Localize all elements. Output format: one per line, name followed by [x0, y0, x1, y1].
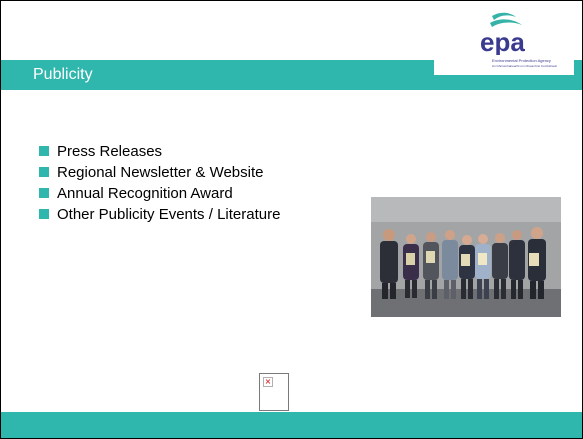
slide-title: Publicity [33, 66, 93, 83]
broken-image-icon: × [263, 377, 273, 387]
square-bullet-icon [39, 209, 49, 219]
bullet-list: Press Releases Regional Newsletter & Web… [39, 141, 280, 225]
epa-logo-icon: epa [480, 12, 525, 55]
square-bullet-icon [39, 188, 49, 198]
square-bullet-icon [39, 167, 49, 177]
group-photo-image [371, 197, 561, 317]
slide: Publicity epa Environmental Protection A… [0, 0, 583, 439]
logo-wordmark: epa [480, 27, 525, 55]
footer-bar [1, 412, 582, 438]
bullet-item: Other Publicity Events / Literature [39, 204, 280, 225]
group-photo [371, 197, 561, 317]
logo-tagline-irish: An Ghníomhaireacht um Chaomhnú Comhshaoi… [492, 64, 557, 68]
bullet-item: Regional Newsletter & Website [39, 162, 280, 183]
logo-tagline: Environmental Protection Agency [492, 58, 551, 63]
bullet-item: Annual Recognition Award [39, 183, 280, 204]
bullet-text: Annual Recognition Award [57, 185, 233, 202]
broken-image: × [259, 373, 289, 411]
bullet-text: Other Publicity Events / Literature [57, 206, 281, 223]
bullet-item: Press Releases [39, 141, 280, 162]
bullet-text: Regional Newsletter & Website [57, 164, 264, 181]
square-bullet-icon [39, 146, 49, 156]
bullet-text: Press Releases [57, 143, 163, 160]
epa-logo: epa Environmental Protection Agency An G… [434, 3, 574, 75]
